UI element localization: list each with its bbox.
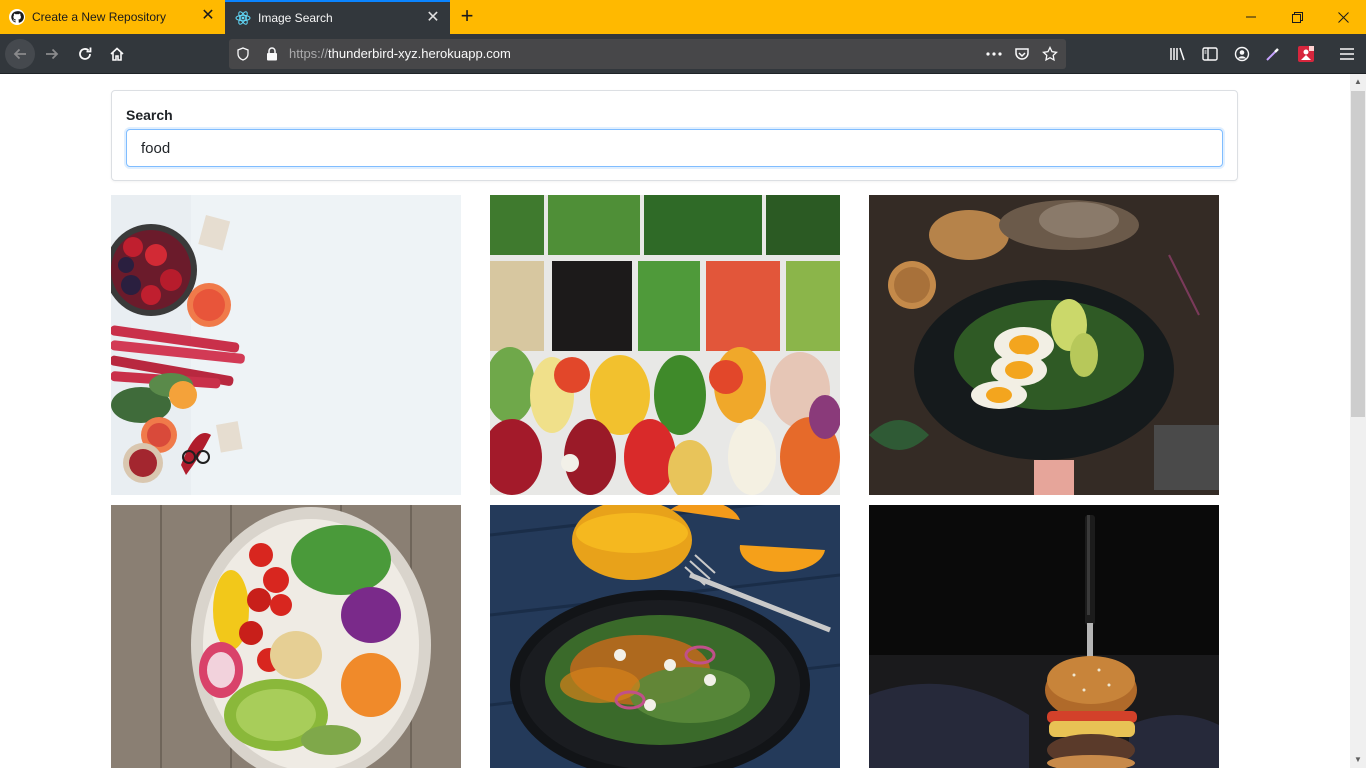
tab-image-search[interactable]: Image Search ✕: [225, 0, 450, 34]
sidebar-icon[interactable]: [1200, 44, 1220, 64]
address-bar[interactable]: https://thunderbird-xyz.herokuapp.com: [229, 39, 1066, 69]
bookmark-star-icon[interactable]: [1042, 46, 1058, 62]
tab-title: Image Search: [258, 11, 333, 25]
scrollbar-thumb[interactable]: [1351, 91, 1365, 417]
page-actions-icon[interactable]: [986, 46, 1002, 62]
result-image-buddha-bowl[interactable]: [111, 505, 461, 768]
pocket-icon[interactable]: [1014, 46, 1030, 62]
tab-title: Create a New Repository: [32, 10, 167, 24]
result-image-burger[interactable]: [869, 505, 1219, 768]
extension-icon[interactable]: [1296, 44, 1316, 64]
forward-button[interactable]: [37, 39, 67, 69]
tracking-protection-shield-icon[interactable]: [235, 46, 251, 62]
url-text: https://thunderbird-xyz.herokuapp.com: [289, 46, 511, 61]
result-image-salad-plate[interactable]: [490, 505, 840, 768]
minimize-button[interactable]: [1228, 0, 1274, 34]
result-image-eggs-avocado[interactable]: [869, 195, 1219, 495]
react-icon: [235, 10, 251, 26]
result-image-salad-bar[interactable]: [490, 195, 840, 495]
search-card: Search: [111, 90, 1238, 181]
close-tab-icon[interactable]: ✕: [426, 10, 440, 26]
back-button[interactable]: [5, 39, 35, 69]
tab-strip: Create a New Repository ✕ Image Search ✕…: [0, 0, 1366, 34]
scroll-up-arrow-icon[interactable]: ▲: [1350, 74, 1366, 90]
search-label: Search: [126, 107, 173, 123]
page-content: Search: [0, 74, 1350, 768]
search-input[interactable]: [126, 129, 1223, 167]
navigation-toolbar: https://thunderbird-xyz.herokuapp.com: [0, 34, 1366, 74]
hamburger-menu-icon[interactable]: [1337, 44, 1357, 64]
new-tab-button[interactable]: +: [456, 5, 478, 27]
reload-icon[interactable]: [70, 39, 100, 69]
library-icon[interactable]: [1168, 44, 1188, 64]
lock-icon[interactable]: [264, 46, 280, 62]
account-icon[interactable]: [1232, 44, 1252, 64]
close-window-button[interactable]: [1320, 0, 1366, 34]
page-scrollbar[interactable]: ▲ ▼: [1350, 74, 1366, 768]
tab-create-repository[interactable]: Create a New Repository ✕: [0, 0, 225, 34]
close-tab-icon[interactable]: ✕: [201, 8, 215, 24]
eyedropper-icon[interactable]: [1263, 44, 1283, 64]
github-icon: [9, 9, 25, 25]
restore-button[interactable]: [1274, 0, 1320, 34]
result-image-fruits[interactable]: [111, 195, 461, 495]
scroll-down-arrow-icon[interactable]: ▼: [1350, 752, 1366, 768]
home-icon[interactable]: [102, 39, 132, 69]
